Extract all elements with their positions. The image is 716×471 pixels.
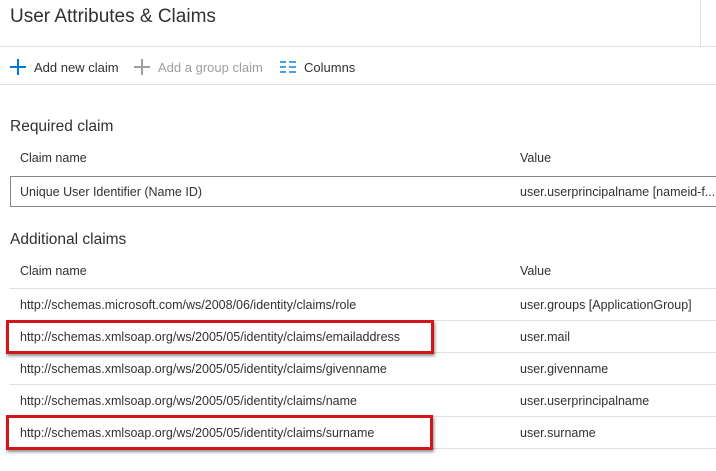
columns-label: Columns	[304, 59, 356, 75]
surname-highlight-box	[6, 415, 433, 450]
add-group-claim-button[interactable]: Add a group claim	[134, 57, 263, 77]
add-group-claim-label: Add a group claim	[158, 59, 263, 75]
page-title: User Attributes & Claims	[10, 6, 216, 27]
claim-value: user.mail	[520, 330, 571, 344]
claim-name[interactable]: http://schemas.microsoft.com/ws/2008/06/…	[20, 298, 356, 312]
emailaddress-highlight-box	[6, 320, 434, 354]
required-claim-value: user.userprincipalname [nameid-f...	[520, 185, 716, 199]
additional-value-header: Value	[520, 264, 552, 278]
add-new-claim-label: Add new claim	[34, 59, 119, 75]
additional-claim-name-header: Claim name	[20, 264, 87, 278]
claim-name[interactable]: http://schemas.xmlsoap.org/ws/2005/05/id…	[20, 362, 387, 376]
header-divider	[700, 0, 701, 46]
required-claim-name-header: Claim name	[20, 151, 87, 165]
add-new-claim-button[interactable]: Add new claim	[10, 57, 119, 77]
claim-value: user.givenname	[520, 362, 609, 376]
plus-icon	[10, 59, 26, 75]
header-bottom-divider	[0, 46, 716, 47]
additional-claims-heading: Additional claims	[10, 231, 127, 248]
claim-value: user.surname	[520, 426, 596, 440]
row-divider	[10, 384, 716, 385]
columns-icon	[280, 59, 296, 75]
required-claim-heading: Required claim	[10, 118, 114, 135]
plus-icon	[134, 59, 150, 75]
required-claim-name: Unique User Identifier (Name ID)	[20, 185, 203, 199]
claim-name[interactable]: http://schemas.xmlsoap.org/ws/2005/05/id…	[20, 394, 357, 408]
claim-value: user.userprincipalname	[520, 394, 650, 408]
claim-value: user.groups [ApplicationGroup]	[520, 298, 692, 312]
required-value-header: Value	[520, 151, 552, 165]
columns-button[interactable]: Columns	[280, 57, 355, 77]
header-row-divider	[10, 288, 716, 289]
toolbar-divider	[0, 84, 716, 85]
